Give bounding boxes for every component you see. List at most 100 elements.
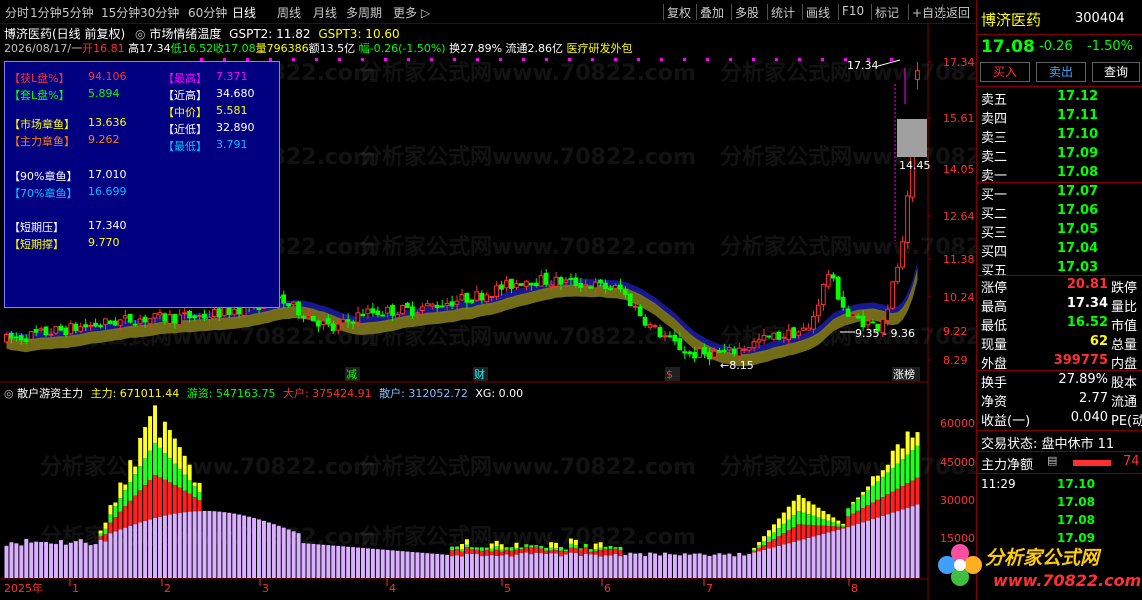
candle-body <box>162 313 168 322</box>
volume-bar-segment <box>831 517 836 523</box>
volume-bar-segment <box>608 545 613 549</box>
volume-bar-segment <box>4 545 9 578</box>
volume-bar-segment <box>791 500 796 516</box>
candle-body <box>340 318 346 324</box>
candle-body <box>741 348 747 351</box>
volume-bar-segment <box>776 536 781 546</box>
trade-button-1[interactable]: 卖出 <box>1036 62 1086 82</box>
volume-bar-segment <box>227 512 232 578</box>
volume-bar-segment <box>499 544 504 550</box>
period-tab-10[interactable]: 更多 ▷ <box>393 4 430 21</box>
volume-bar-segment <box>806 537 811 578</box>
signal-dot <box>430 58 433 61</box>
trade-status: 交易状态: 盘中休市 11 <box>981 437 1115 452</box>
candle-body <box>820 283 826 306</box>
candle-body <box>459 293 465 301</box>
candle-body <box>345 319 351 322</box>
toolbar-btn-4[interactable]: 画线 <box>806 4 830 21</box>
volume-bar-segment <box>321 544 326 578</box>
toolbar-btn-7[interactable]: +自选 <box>912 4 946 21</box>
candle-body <box>58 325 64 331</box>
period-tab-9[interactable]: 多周期 <box>346 4 382 21</box>
volume-tick: 30000 <box>940 494 975 507</box>
volume-bar-segment <box>870 476 875 486</box>
volume-bar-segment <box>73 541 78 578</box>
volume-bar-segment <box>544 550 549 554</box>
volume-bar-segment <box>167 482 172 515</box>
volume-bar-segment <box>618 550 623 557</box>
period-tab-7[interactable]: 周线 <box>277 4 301 21</box>
period-tab-6[interactable]: 日线 <box>232 4 256 21</box>
volume-bar-segment <box>568 547 573 553</box>
volume-bar-segment <box>138 438 143 467</box>
candle-body <box>642 316 648 326</box>
candle-body <box>598 279 603 284</box>
volume-bar-segment <box>390 550 395 578</box>
volume-bar-segment <box>148 416 153 451</box>
candle-body <box>182 312 187 315</box>
period-tab-8[interactable]: 月线 <box>313 4 337 21</box>
volume-bar-segment <box>618 546 623 551</box>
volume-bar-segment <box>167 514 172 578</box>
volume-bar-segment <box>757 542 762 546</box>
volume-bar-segment <box>583 543 588 548</box>
volume-bar-segment <box>776 545 781 578</box>
period-tab-3[interactable]: 15分钟 <box>101 4 140 21</box>
candle-body <box>523 280 529 287</box>
candle-body <box>395 314 400 319</box>
price-tick: 14.05 <box>943 163 975 176</box>
period-tab-2[interactable]: 5分钟 <box>62 4 94 21</box>
candle-body <box>434 304 440 309</box>
watermark-text: 分析家公式网www.70822.com <box>360 60 696 86</box>
period-tab-0[interactable]: 分时 <box>5 4 29 21</box>
volume-bar-segment <box>722 554 727 578</box>
toolbar-btn-2[interactable]: 多股 <box>735 4 759 21</box>
volume-bar-segment <box>98 533 103 537</box>
volume-bar-segment <box>222 512 227 578</box>
volume-bar-segment <box>400 551 405 578</box>
stat-value: 2.77 <box>1079 391 1108 406</box>
period-tab-5[interactable]: 60分钟 <box>188 4 227 21</box>
signal-dot <box>384 58 387 61</box>
volume-bar-segment <box>564 549 568 552</box>
period-tab-4[interactable]: 30分钟 <box>140 4 179 21</box>
volume-bar-segment <box>841 528 846 578</box>
volume-bar-segment <box>108 533 113 578</box>
chart-area[interactable]: 分析家公式网www.70822.com分析家公式网www.70822.com分析… <box>0 24 976 600</box>
volume-bar-segment <box>880 515 885 578</box>
candle-body <box>231 308 237 315</box>
volume-bar-segment <box>806 524 811 538</box>
toolbar-btn-5[interactable]: F10 <box>842 4 864 18</box>
trade-button-2[interactable]: 查询 <box>1092 62 1140 82</box>
volume-bar-segment <box>816 525 821 536</box>
volume-bar-segment <box>895 463 900 489</box>
volume-bar-segment <box>430 553 435 578</box>
volume-bar-segment <box>667 554 672 578</box>
volume-bar-segment <box>172 438 177 464</box>
period-tab-1[interactable]: 1分钟 <box>30 4 62 21</box>
volume-bar-segment <box>479 547 484 551</box>
volume-bar-segment <box>103 528 108 535</box>
volume-bar-segment <box>762 549 767 578</box>
candle-body <box>132 323 138 326</box>
volume-bar-segment <box>905 483 910 508</box>
info-label: 【主力章鱼】 <box>9 135 75 148</box>
volume-bar-segment <box>885 494 890 515</box>
volume-bar-segment <box>672 554 677 578</box>
net-flow-label: 主力净额 <box>981 458 1034 473</box>
volume-bar-segment <box>435 553 440 578</box>
signal-dot <box>545 58 548 61</box>
list-icon[interactable]: ▤ <box>1047 454 1057 467</box>
volume-bar-segment <box>529 554 534 578</box>
toolbar-btn-6[interactable]: 标记 <box>875 4 899 21</box>
volume-bar-segment <box>524 546 529 553</box>
toolbar-btn-1[interactable]: 叠加 <box>700 4 724 21</box>
toolbar-btn-3[interactable]: 统计 <box>771 4 795 21</box>
candle-body <box>380 314 386 317</box>
candle-body <box>207 316 212 321</box>
signal-dot <box>315 58 318 61</box>
toolbar-btn-0[interactable]: 复权 <box>667 4 691 21</box>
trade-button-0[interactable]: 买入 <box>980 62 1030 82</box>
toolbar-btn-8[interactable]: 返回 <box>946 4 970 21</box>
volume-bar-segment <box>450 546 455 551</box>
